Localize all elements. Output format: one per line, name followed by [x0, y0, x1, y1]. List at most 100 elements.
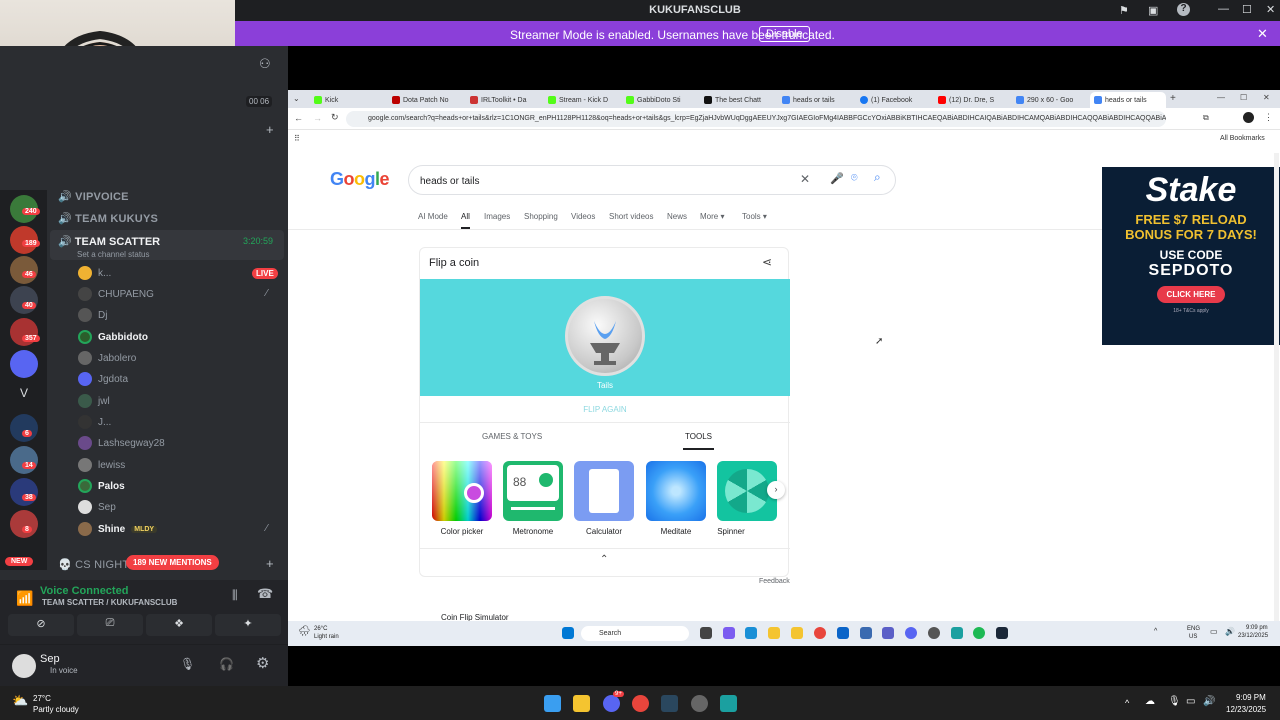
obs-icon[interactable] [928, 627, 940, 639]
copilot-icon[interactable] [723, 627, 735, 639]
chrome-icon[interactable] [814, 627, 826, 639]
tab-more[interactable]: More ▾ [700, 212, 724, 221]
file-explorer-icon[interactable] [768, 627, 780, 639]
avatar[interactable] [12, 654, 36, 678]
apps-icon[interactable]: ⠿ [294, 134, 300, 143]
server-icon[interactable] [10, 510, 38, 538]
disconnect-icon[interactable]: ☎ [257, 586, 273, 602]
language-indicator[interactable]: ENG [1187, 626, 1200, 632]
channel-vipvoice[interactable]: 🔊 VIPVOICE [58, 190, 129, 203]
voice-user[interactable]: jwl [78, 392, 110, 410]
voice-user[interactable]: Sep [78, 498, 116, 516]
search-input[interactable]: heads or tails [408, 165, 896, 195]
mail-icon[interactable] [837, 627, 849, 639]
menu-icon[interactable]: ⋮ [1264, 112, 1273, 123]
network-icon[interactable]: ▭ [1186, 696, 1195, 707]
calculator-icon[interactable] [574, 461, 634, 521]
feedback-link[interactable]: Feedback [759, 578, 790, 585]
tab-news[interactable]: News [667, 212, 687, 221]
next-arrow-icon[interactable]: › [767, 481, 785, 499]
browser-tab[interactable]: GabbiDoto Sti [622, 92, 692, 108]
new-tab-icon[interactable]: + [1170, 93, 1176, 104]
help-icon[interactable]: ? [1177, 3, 1190, 16]
task-view-icon[interactable] [700, 627, 712, 639]
forward-icon[interactable]: → [313, 113, 322, 123]
browser-tab[interactable]: 290 x 60 - Goo [1012, 92, 1082, 108]
taskbar-search[interactable]: Search [581, 626, 689, 641]
server-icon[interactable] [10, 414, 38, 442]
volume-icon[interactable]: 🔊 [1203, 696, 1215, 707]
clock-date[interactable]: 23/12/2025 [1238, 633, 1268, 639]
extensions-icon[interactable]: ⧉ [1203, 113, 1209, 123]
minimize-icon[interactable]: — [1217, 93, 1225, 102]
reload-icon[interactable]: ↻ [331, 112, 339, 123]
tray-chevron-icon[interactable]: ^ [1154, 628, 1157, 635]
tab-short-videos[interactable]: Short videos [609, 212, 653, 221]
tab-tools[interactable]: Tools ▾ [742, 212, 767, 221]
google-logo[interactable]: Google [330, 169, 390, 190]
browser-tab[interactable]: IRLToolkit • Da [466, 92, 536, 108]
browser-tab[interactable]: Dota Patch No [388, 92, 458, 108]
notepad-icon[interactable] [720, 695, 737, 712]
browser-tab[interactable]: Stream - Kick D [544, 92, 614, 108]
disable-button[interactable]: Disable [759, 26, 810, 42]
clock-date[interactable]: 12/23/2025 [1226, 705, 1266, 714]
clear-search-icon[interactable]: ✕ [800, 172, 810, 186]
tray-app-icon[interactable]: ☁ [1145, 696, 1155, 707]
close-icon[interactable]: ✕ [1263, 93, 1270, 102]
profile-avatar[interactable] [1243, 112, 1254, 123]
color-picker-icon[interactable] [432, 461, 492, 521]
server-icon[interactable] [10, 256, 38, 284]
coin-area[interactable]: Tails [420, 279, 790, 396]
lens-icon[interactable]: ⌾ [851, 172, 858, 185]
browser-tab-active[interactable]: heads or tails [1090, 92, 1166, 108]
minimize-icon[interactable]: — [1218, 3, 1229, 15]
close-icon[interactable]: ✕ [1266, 3, 1275, 16]
tab-videos[interactable]: Videos [571, 212, 595, 221]
settings-gear-icon[interactable]: ⚙ [256, 654, 269, 672]
clock-time[interactable]: 9:09 pm [1246, 625, 1268, 631]
voice-user[interactable]: CHUPAENG [78, 285, 154, 303]
browser-tab[interactable]: The best Chatt [700, 92, 770, 108]
add-friend-icon[interactable]: ⚇ [259, 56, 271, 72]
stake-ad-banner[interactable]: Stake FREE $7 RELOAD BONUS FOR 7 DAYS! U… [1102, 167, 1280, 345]
voice-user[interactable]: Jgdota [78, 370, 128, 388]
metronome-icon[interactable]: 88 [503, 461, 563, 521]
channel-status[interactable]: Set a channel status [77, 250, 150, 259]
voice-user[interactable]: Lashsegway28 [78, 434, 165, 452]
steam-icon[interactable] [996, 627, 1008, 639]
collapse-icon[interactable]: ⌃ [600, 554, 608, 565]
voice-user[interactable]: J... [78, 413, 111, 431]
voice-channel-name[interactable]: TEAM SCATTER / KUKUFANSCLUB [42, 598, 177, 607]
volume-icon[interactable]: 🔊 [1225, 627, 1235, 636]
microphone-icon[interactable]: 🎙 [1168, 696, 1181, 707]
tab-shopping[interactable]: Shopping [524, 212, 558, 221]
channel-team-kukuys[interactable]: 🔊 TEAM KUKUYS [58, 212, 158, 225]
inbox-icon[interactable]: ⚑ [1119, 4, 1129, 17]
camera-off-button[interactable]: ⊘ [8, 614, 74, 636]
edge-icon[interactable] [745, 627, 757, 639]
voice-user[interactable]: Gabbidoto [78, 328, 148, 346]
tab-games-toys[interactable]: GAMES & TOYS [482, 432, 542, 441]
screen-icon[interactable]: ▣ [1148, 4, 1158, 17]
search-icon[interactable]: ⌕ [874, 170, 881, 185]
server-letter[interactable]: V [10, 386, 38, 400]
soundboard-button[interactable]: ✦ [215, 614, 281, 636]
screen-share-button[interactable]: ⎚ [77, 614, 143, 636]
browser-tab[interactable]: (1) Facebook [856, 92, 926, 108]
headphones-icon[interactable]: 🎧 [219, 657, 234, 671]
maximize-icon[interactable]: ☐ [1240, 93, 1247, 102]
tab-all[interactable]: All [461, 212, 470, 229]
spotify-icon[interactable] [973, 627, 985, 639]
network-icon[interactable]: ▭ [1210, 627, 1218, 636]
voice-user[interactable]: Dj [78, 306, 107, 324]
channel-team-scatter[interactable]: 🔊 TEAM SCATTER 3:20:59 Set a channel sta… [50, 230, 284, 260]
discord-icon[interactable] [905, 627, 917, 639]
server-icon[interactable] [10, 478, 38, 506]
tray-chevron-icon[interactable]: ^ [1125, 698, 1129, 708]
channel-cs-nights[interactable]: 💀 CS NIGHTS [58, 558, 137, 571]
browser-tab[interactable]: heads or tails [778, 92, 848, 108]
voice-user[interactable]: Palos [78, 477, 125, 495]
teams-icon[interactable] [882, 627, 894, 639]
notepad-icon[interactable] [951, 627, 963, 639]
